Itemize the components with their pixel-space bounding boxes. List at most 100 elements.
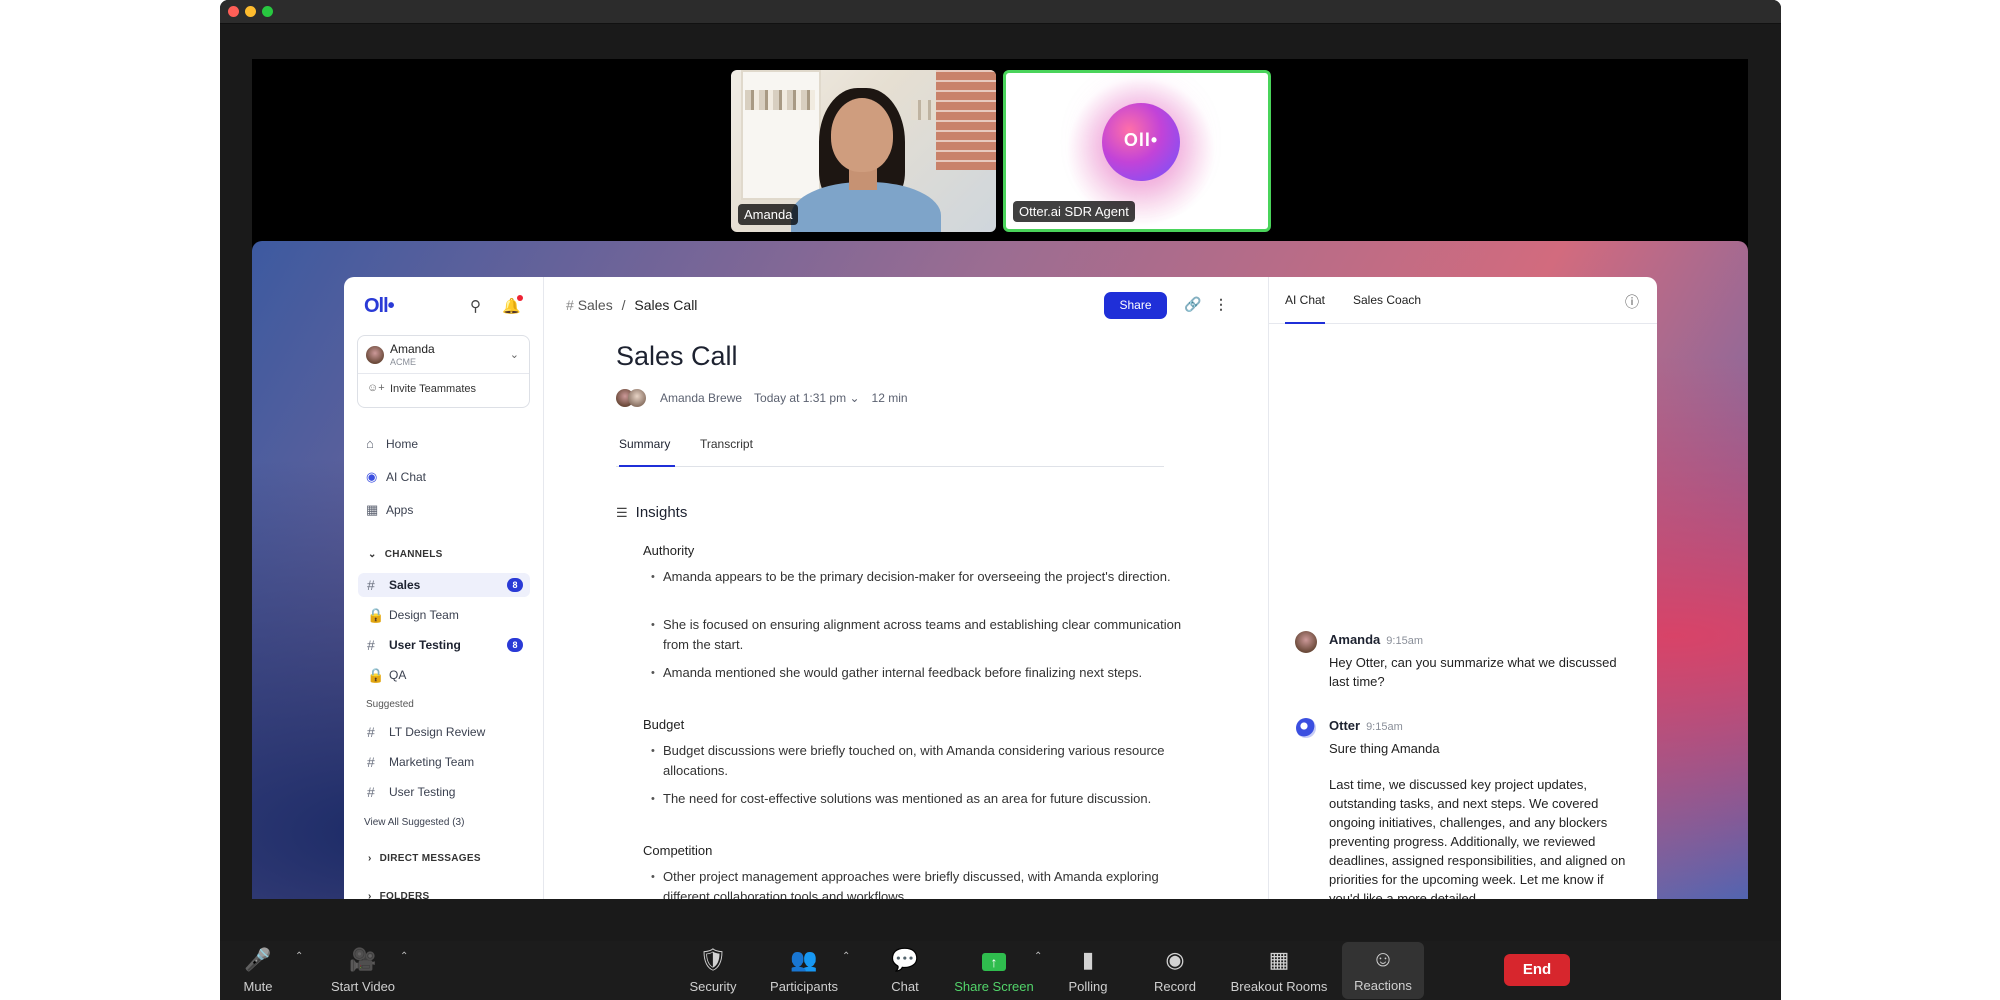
record-icon: ◉ bbox=[1165, 947, 1185, 972]
sidebar-item-home[interactable]: ⌂ Home bbox=[366, 436, 418, 451]
view-all-suggested-link[interactable]: View All Suggested (3) bbox=[364, 817, 464, 828]
record-button[interactable]: ◉ Record bbox=[1152, 941, 1198, 1000]
toolbar-label: Breakout Rooms bbox=[1230, 979, 1328, 994]
insight-bullet: Other project management approaches were… bbox=[651, 867, 1193, 899]
insights-header: ☰ Insights bbox=[616, 504, 687, 521]
date-dropdown[interactable]: Today at 1:31 pm ⌄ bbox=[754, 391, 859, 405]
more-options-icon[interactable]: ⋮ bbox=[1214, 296, 1228, 313]
channel-label: Sales bbox=[389, 578, 421, 592]
breakout-rooms-button[interactable]: ▦ Breakout Rooms bbox=[1230, 941, 1328, 1000]
author-name: Amanda Brewe bbox=[660, 391, 743, 405]
chevron-up-icon[interactable]: ⌃ bbox=[1034, 951, 1042, 962]
direct-messages-label: DIRECT MESSAGES bbox=[379, 853, 481, 864]
ai-chat-panel: AI Chat Sales Coach ⓘ Amanda 9:15am Hey O… bbox=[1268, 277, 1657, 899]
chat-bubble-icon: 💬 bbox=[891, 947, 919, 972]
shield-icon: 🛡 bbox=[699, 947, 727, 972]
channels-header-label: CHANNELS bbox=[384, 549, 443, 560]
tab-transcript[interactable]: Transcript bbox=[700, 437, 753, 467]
sidebar-item-user-testing-suggested[interactable]: # User Testing bbox=[358, 780, 530, 804]
participant-tile-amanda[interactable]: Amanda bbox=[731, 70, 996, 232]
otter-avatar-icon bbox=[1296, 718, 1316, 738]
direct-messages-header[interactable]: › DIRECT MESSAGES bbox=[368, 853, 481, 864]
toolbar-label: Mute bbox=[243, 979, 273, 994]
hash-icon: # bbox=[367, 637, 375, 653]
folders-header[interactable]: › FOLDERS bbox=[368, 891, 430, 899]
sidebar-item-user-testing[interactable]: # User Testing 8 bbox=[358, 633, 530, 657]
section-title-budget: Budget bbox=[643, 717, 685, 732]
channel-label: Marketing Team bbox=[389, 755, 475, 769]
chevron-up-icon[interactable]: ⌃ bbox=[295, 951, 303, 962]
link-icon[interactable]: 🔗 bbox=[1184, 296, 1201, 313]
account-switcher[interactable]: Amanda ACME ⌄ ☺+ Invite Teammates bbox=[357, 335, 530, 408]
search-icon[interactable]: ⚲ bbox=[470, 297, 481, 315]
bell-icon[interactable]: 🔔 bbox=[502, 295, 523, 315]
maximize-window-button[interactable] bbox=[262, 6, 273, 17]
message-author: Amanda 9:15am bbox=[1329, 632, 1423, 647]
participants-button[interactable]: 👥 Participants bbox=[768, 941, 840, 1000]
grid-icon: ▦ bbox=[1268, 947, 1290, 972]
mute-button[interactable]: 🎤 Mute bbox=[238, 941, 278, 1000]
polling-button[interactable]: ▮ Polling bbox=[1065, 941, 1111, 1000]
message-text: Last time, we discussed key project upda… bbox=[1329, 777, 1626, 899]
channel-label: QA bbox=[389, 668, 407, 682]
account-org: ACME bbox=[390, 357, 417, 367]
avatar bbox=[1295, 631, 1317, 653]
reactions-button[interactable]: ☺ Reactions bbox=[1342, 942, 1424, 999]
microphone-icon: 🎤 bbox=[244, 947, 272, 972]
tab-ai-chat[interactable]: AI Chat bbox=[1285, 293, 1326, 324]
avatar bbox=[628, 389, 646, 407]
hash-icon: # bbox=[367, 724, 375, 740]
smiley-icon: ☺ bbox=[1371, 946, 1395, 971]
message-time: 9:15am bbox=[1366, 721, 1403, 733]
chevron-down-icon[interactable]: ⌄ bbox=[510, 348, 519, 361]
chevron-up-icon[interactable]: ⌃ bbox=[400, 951, 408, 962]
lock-icon: 🔒 bbox=[367, 666, 385, 683]
minimize-window-button[interactable] bbox=[245, 6, 256, 17]
chat-tab-bar: AI Chat Sales Coach ⓘ bbox=[1269, 277, 1657, 324]
notification-dot bbox=[516, 295, 523, 301]
insights-title: Insights bbox=[635, 504, 688, 521]
meeting-meta: Amanda Brewe Today at 1:31 pm ⌄ 12 min bbox=[616, 388, 908, 408]
sidebar-item-apps[interactable]: ▦ Apps bbox=[366, 502, 413, 518]
share-screen-button[interactable]: ↑ Share Screen bbox=[954, 941, 1034, 1000]
participants-icon: 👥 bbox=[790, 947, 818, 972]
sidebar-item-ai-chat[interactable]: ◉ AI Chat bbox=[366, 469, 426, 485]
sidebar-item-lt-design-review[interactable]: # LT Design Review bbox=[358, 720, 530, 744]
unread-badge: 8 bbox=[507, 638, 523, 652]
hash-icon: # bbox=[367, 577, 375, 593]
sidebar-item-qa[interactable]: 🔒 QA bbox=[358, 663, 530, 687]
breadcrumb-parent-link[interactable]: Sales bbox=[578, 297, 613, 313]
invite-teammates-button[interactable]: Invite Teammates bbox=[390, 383, 476, 395]
tab-summary[interactable]: Summary bbox=[619, 437, 675, 467]
share-button[interactable]: Share bbox=[1104, 292, 1167, 319]
sidebar-item-marketing-team[interactable]: # Marketing Team bbox=[358, 750, 530, 774]
message-author: Otter 9:15am bbox=[1329, 718, 1403, 733]
participant-tile-otter-agent[interactable]: Oll• Otter.ai SDR Agent bbox=[1003, 70, 1271, 232]
toolbar-label: Start Video bbox=[330, 979, 396, 994]
folders-label: FOLDERS bbox=[379, 891, 430, 899]
start-video-button[interactable]: 🎥 Start Video bbox=[328, 941, 398, 1000]
account-row[interactable]: Amanda ACME ⌄ bbox=[358, 336, 529, 374]
author-name: Otter bbox=[1329, 718, 1361, 733]
chat-button[interactable]: 💬 Chat bbox=[885, 941, 925, 1000]
otter-app-window: Oll• ⚲ 🔔 Amanda ACME ⌄ ☺+ Invite Teammat… bbox=[344, 277, 1657, 899]
meeting-date: Today at 1:31 pm bbox=[754, 391, 847, 405]
insight-bullet: Budget discussions were briefly touched … bbox=[651, 741, 1193, 781]
insight-bullet: Amanda appears to be the primary decisio… bbox=[651, 567, 1193, 587]
sidebar-item-design-team[interactable]: 🔒 Design Team bbox=[358, 603, 530, 627]
meeting-window: Amanda Oll• Otter.ai SDR Agent Oll• ⚲ 🔔 bbox=[220, 0, 1781, 1000]
info-icon[interactable]: ⓘ bbox=[1625, 292, 1639, 312]
tab-sales-coach[interactable]: Sales Coach bbox=[1353, 293, 1421, 307]
end-meeting-button[interactable]: End bbox=[1504, 954, 1570, 986]
message-text: Sure thing Amanda bbox=[1329, 741, 1440, 756]
channel-label: User Testing bbox=[389, 638, 461, 652]
channels-header[interactable]: ⌄ CHANNELS bbox=[368, 549, 443, 560]
account-name: Amanda bbox=[390, 342, 435, 356]
otter-logo[interactable]: Oll• bbox=[364, 295, 395, 318]
chevron-up-icon[interactable]: ⌃ bbox=[842, 951, 850, 962]
toolbar-label: Participants bbox=[770, 979, 838, 994]
sidebar-item-sales[interactable]: # Sales 8 bbox=[358, 573, 530, 597]
close-window-button[interactable] bbox=[228, 6, 239, 17]
meeting-duration: 12 min bbox=[871, 391, 908, 405]
security-button[interactable]: 🛡 Security bbox=[685, 941, 741, 1000]
